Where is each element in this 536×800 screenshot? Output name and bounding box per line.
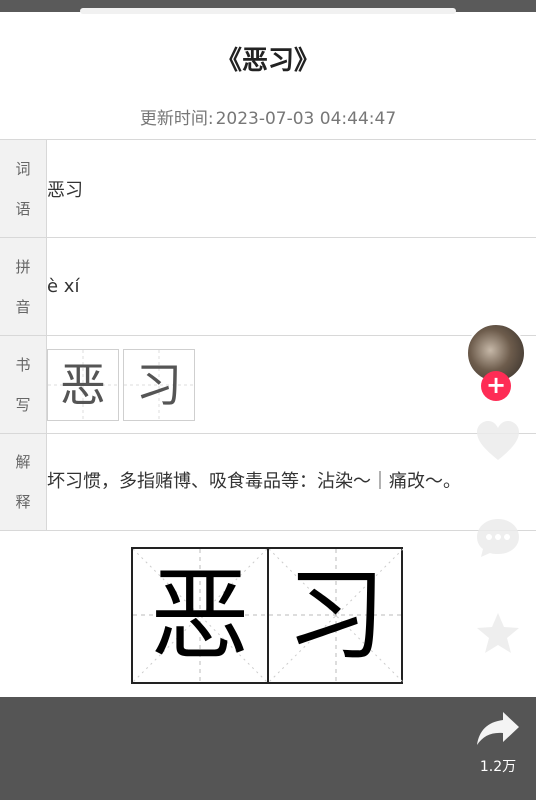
favorite-button[interactable]: 481 xyxy=(468,612,528,676)
table-row: 词语 恶习 xyxy=(0,139,536,238)
page-title: 《恶习》 xyxy=(215,46,320,76)
like-button[interactable]: 7870 xyxy=(468,420,528,484)
big-char-cell: 习 xyxy=(269,549,403,682)
table-row: 拼音 è xí xyxy=(0,237,536,336)
share-count: 1.2万 xyxy=(479,759,517,775)
share-arrow-icon xyxy=(477,712,519,745)
comment-button[interactable]: 421 xyxy=(468,517,528,581)
row-label: 词语 xyxy=(0,139,47,238)
update-time-label: 更新时间: xyxy=(139,109,214,129)
comment-icon xyxy=(477,519,519,557)
share-button[interactable]: 1.2万 xyxy=(468,708,528,776)
pinyin-value: è xí xyxy=(46,237,536,336)
like-count: 7870 xyxy=(480,468,516,484)
big-char: 习 xyxy=(286,557,386,674)
update-time-value: 2023-07-03 04:44:47 xyxy=(215,109,397,129)
favorite-count: 481 xyxy=(484,660,512,676)
row-label: 书写 xyxy=(0,335,47,434)
star-icon xyxy=(477,613,519,653)
definition-value: 坏习惯，多指赌博、吸食毒品等：沾染～｜痛改～。 xyxy=(46,433,536,531)
word-info-table: 词语 恶习 拼音 è xí 书写 恶 习 解释 坏习惯，多指赌博、吸食毒品等：沾… xyxy=(0,139,536,531)
drag-handle[interactable] xyxy=(80,8,456,14)
top-bar xyxy=(0,0,536,14)
table-row: 解释 坏习惯，多指赌博、吸食毒品等：沾染～｜痛改～。 xyxy=(0,433,536,531)
word-value: 恶习 xyxy=(46,139,536,238)
character-grid-large: 恶 习 xyxy=(131,547,403,684)
table-row: 书写 恶 习 xyxy=(0,335,536,434)
update-time: 更新时间: 2023-07-03 04:44:47 xyxy=(0,104,536,129)
big-char: 恶 xyxy=(150,557,250,674)
row-label: 拼音 xyxy=(0,237,47,336)
writing-grid-cell: 习 xyxy=(123,348,195,421)
writing-char: 习 xyxy=(136,357,182,412)
follow-plus-icon[interactable]: + xyxy=(481,371,511,401)
row-label: 解释 xyxy=(0,433,47,531)
writing-char: 恶 xyxy=(60,357,106,412)
comment-count: 421 xyxy=(484,565,512,581)
writing-value: 恶 习 xyxy=(46,335,536,434)
big-char-cell: 恶 xyxy=(133,549,267,682)
writing-grid-cell: 恶 xyxy=(47,348,119,421)
heart-icon xyxy=(477,421,519,460)
bottom-bar xyxy=(0,697,536,800)
